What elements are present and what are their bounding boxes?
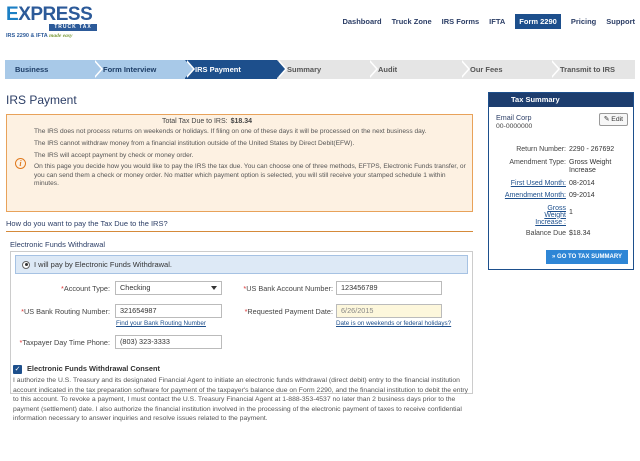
amendment-month-row: Amendment Month: 09-2014 bbox=[489, 192, 635, 201]
first-used-month-row: First Used Month: 08-2014 bbox=[489, 180, 635, 189]
consent-text: I authorize the U.S. Treasury and its de… bbox=[13, 377, 469, 422]
progress-steps: Business Form Interview IRS Payment Summ… bbox=[5, 60, 635, 79]
irs-notice-box: Total Tax Due to IRS: $18.34 i The IRS do… bbox=[6, 114, 473, 212]
step-audit: Audit bbox=[368, 60, 470, 79]
balance-due-row: Balance Due $18.34 bbox=[525, 229, 591, 237]
phone-label: *Taxpayer Day Time Phone: bbox=[19, 338, 110, 347]
step-form-interview[interactable]: Form Interview bbox=[93, 60, 195, 79]
phone-input[interactable]: (803) 323-3333 bbox=[115, 335, 222, 349]
gross-weight-link[interactable]: Gross Weight Increase : bbox=[489, 205, 569, 226]
notice-line: On this page you decide how you would li… bbox=[34, 163, 466, 187]
chevron-down-icon bbox=[211, 286, 217, 290]
logo-wordmark: EXPRESS bbox=[6, 4, 93, 25]
step-summary: Summary bbox=[277, 60, 378, 79]
logo-bar: TRUCK TAX bbox=[49, 24, 97, 31]
nav-support[interactable]: Support bbox=[606, 17, 635, 26]
return-number-row: Return Number: 2290 - 267692 bbox=[516, 146, 615, 153]
tax-summary-title: Tax Summary bbox=[489, 93, 633, 107]
notice-line: The IRS cannot withdraw money from a fin… bbox=[34, 139, 355, 147]
page-title: IRS Payment bbox=[6, 93, 77, 107]
payment-date-input[interactable]: 6/26/2015 bbox=[336, 304, 442, 318]
pencil-icon: ✎ bbox=[603, 116, 610, 123]
routing-number-input[interactable]: 321654987 bbox=[115, 304, 222, 318]
consent-checkbox[interactable]: ✓ bbox=[13, 365, 22, 374]
nav-dashboard[interactable]: Dashboard bbox=[342, 17, 381, 26]
go-to-tax-summary-button[interactable]: » GO TO TAX SUMMARY bbox=[546, 250, 628, 264]
step-our-fees: Our Fees bbox=[460, 60, 560, 79]
express-truck-tax-logo[interactable]: EXPRESS TRUCK TAX IRS 2290 & IFTA made e… bbox=[6, 5, 98, 41]
first-used-month-link[interactable]: First Used Month: bbox=[489, 180, 569, 189]
total-tax-due: Total Tax Due to IRS: $18.34 bbox=[161, 118, 252, 125]
weekend-holiday-link[interactable]: Date is on weekends or federal holidays? bbox=[336, 320, 451, 327]
efw-radio-option[interactable]: I will pay by Electronic Funds Withdrawa… bbox=[15, 255, 468, 274]
business-ein: 00-0000000 bbox=[496, 123, 533, 130]
gross-weight-row: Gross Weight Increase : 1 bbox=[489, 205, 635, 226]
top-nav: Dashboard Truck Zone IRS Forms IFTA Form… bbox=[332, 13, 635, 30]
step-transmit-to-irs: Transmit to IRS bbox=[550, 60, 635, 79]
bank-account-label: *US Bank Account Number: bbox=[243, 284, 333, 293]
notice-line: The IRS will accept payment by check or … bbox=[34, 151, 194, 159]
nav-pricing[interactable]: Pricing bbox=[571, 17, 596, 26]
account-type-label: *Account Type: bbox=[61, 284, 110, 293]
step-irs-payment: IRS Payment bbox=[185, 60, 287, 79]
amendment-type-row: Amendment Type: Gross Weight Increase bbox=[509, 158, 612, 175]
tax-summary-panel: Tax Summary Email Corp 00-0000000 ✎ Edit… bbox=[488, 92, 634, 270]
find-routing-number-link[interactable]: Find your Bank Routing Number bbox=[116, 320, 206, 327]
account-type-select[interactable]: Checking bbox=[115, 281, 222, 295]
efw-radio[interactable] bbox=[22, 260, 30, 269]
notice-line: The IRS does not process returns on week… bbox=[34, 128, 427, 135]
consent-title: Electronic Funds Withdrawal Consent bbox=[27, 364, 160, 373]
nav-truck-zone[interactable]: Truck Zone bbox=[392, 17, 432, 26]
nav-form-2290[interactable]: Form 2290 bbox=[515, 14, 561, 29]
step-business[interactable]: Business bbox=[5, 60, 103, 79]
bank-account-input[interactable]: 123456789 bbox=[336, 281, 442, 295]
header: EXPRESS TRUCK TAX IRS 2290 & IFTA made e… bbox=[0, 0, 640, 50]
routing-number-label: *US Bank Routing Number: bbox=[21, 307, 110, 316]
efw-radio-label: I will pay by Electronic Funds Withdrawa… bbox=[34, 260, 172, 269]
payment-question: How do you want to pay the Tax Due to th… bbox=[6, 219, 473, 232]
nav-irs-forms[interactable]: IRS Forms bbox=[442, 17, 480, 26]
payment-date-label: *Requested Payment Date: bbox=[244, 307, 333, 316]
edit-button[interactable]: ✎ Edit bbox=[598, 113, 628, 126]
business-name: Email Corp bbox=[496, 113, 532, 122]
nav-ifta[interactable]: IFTA bbox=[489, 17, 505, 26]
info-icon: i bbox=[15, 158, 26, 169]
logo-tagline: IRS 2290 & IFTA made easy bbox=[6, 33, 73, 39]
amendment-month-link[interactable]: Amendment Month: bbox=[489, 192, 569, 201]
efw-section-title: Electronic Funds Withdrawal bbox=[10, 240, 106, 249]
